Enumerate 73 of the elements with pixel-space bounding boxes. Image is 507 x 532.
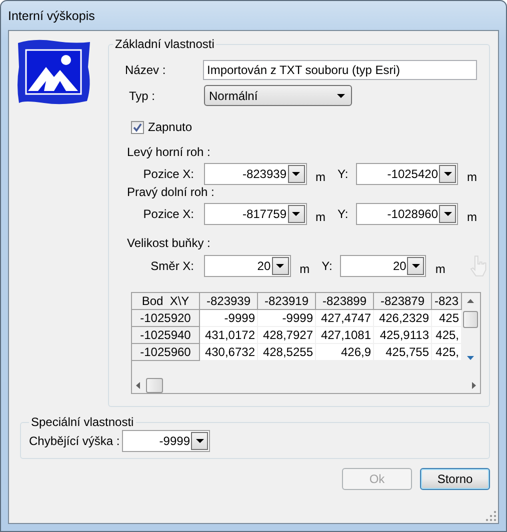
unit-label: m (435, 262, 446, 276)
caret-icon (337, 94, 345, 98)
number-field[interactable]: -817759 (204, 203, 306, 225)
scroll-thumb[interactable] (463, 311, 478, 328)
unit-label: m (300, 262, 311, 276)
scroll-left-arrow-icon[interactable] (136, 382, 140, 388)
number-field[interactable]: -1025420 (356, 163, 458, 185)
row-header: -1025920 (132, 310, 200, 327)
scroll-down-arrow-icon[interactable] (467, 356, 474, 360)
section-label: Levý horní roh : (127, 145, 210, 159)
table-cell: -9999 (200, 310, 258, 327)
field-label: Pozice X: (142, 167, 195, 181)
scroll-up-arrow-icon[interactable] (467, 299, 474, 303)
field-label: Název : (125, 63, 167, 77)
table-cell: 425, (432, 344, 462, 361)
column-header: -823939 (200, 293, 258, 310)
window-title: Interní výškopis (7, 8, 96, 25)
unit-label: m (316, 170, 326, 184)
group-title: Základní vlastnosti (114, 37, 216, 51)
caret-icon (292, 172, 300, 176)
table-cell: 426,9 (316, 344, 374, 361)
field-label: Y: (338, 167, 350, 181)
dialog-button[interactable]: Storno (420, 468, 490, 490)
caret-icon (196, 439, 204, 443)
table-cell: 431,0172 (200, 327, 258, 344)
unit-label: m (467, 170, 478, 184)
caret-icon (412, 264, 420, 268)
table-cell: 425, (432, 327, 462, 344)
table-cell: 428,5255 (258, 344, 316, 361)
scroll-right-arrow-icon[interactable] (472, 382, 476, 388)
section-label: Pravý dolní roh : (127, 185, 214, 199)
column-header: -823919 (258, 293, 316, 310)
field-label: Pozice X: (142, 207, 195, 221)
type-dropdown[interactable]: Normální (204, 85, 352, 106)
table-cell: 425 (432, 310, 462, 327)
scroll-thumb[interactable] (146, 378, 163, 392)
table-cell: 427,1081 (316, 327, 374, 344)
caret-icon (276, 264, 284, 268)
number-field[interactable]: -823939 (204, 163, 306, 185)
number-field[interactable]: -9999 (122, 430, 210, 452)
caret-icon (444, 212, 452, 216)
field-label: Typ : (129, 88, 156, 102)
group-title: Speciální vlastnosti (30, 415, 135, 429)
field-label: Y: (338, 207, 350, 221)
table-cell: -9999 (258, 310, 316, 327)
section-label: Velikost buňky : (127, 236, 210, 250)
number-field[interactable]: 20 (340, 255, 426, 277)
resize-grip-icon[interactable] (486, 511, 496, 521)
field-label: Chybějící výška : (29, 434, 121, 448)
unit-label: m (316, 210, 326, 224)
row-header: -1025940 (132, 327, 200, 344)
column-header: Bod X\Y (132, 293, 200, 310)
enabled-checkbox[interactable] (131, 120, 144, 134)
field-label: Směr X: (150, 259, 195, 273)
hand-cursor-icon (469, 254, 489, 278)
column-header: -823 (432, 293, 462, 310)
checkbox-label: Zapnuto (148, 120, 192, 134)
field-label: Y: (322, 259, 334, 273)
number-field[interactable]: -1028960 (356, 203, 458, 225)
table-cell: 428,7927 (258, 327, 316, 344)
table-cell: 425,9113 (374, 327, 432, 344)
column-header: -823879 (374, 293, 432, 310)
table-cell: 430,6732 (200, 344, 258, 361)
row-header: -1025960 (132, 344, 200, 361)
column-header: -823899 (316, 293, 374, 310)
number-field[interactable]: 20 (204, 255, 291, 277)
unit-label: m (467, 210, 478, 224)
table-cell: 426,2329 (374, 310, 432, 327)
name-field[interactable]: Importován z TXT souboru (typ Esri) (203, 60, 477, 80)
caret-icon (444, 172, 452, 176)
table-cell: 427,4747 (316, 310, 374, 327)
caret-icon (292, 212, 300, 216)
table-cell: 425,755 (374, 344, 432, 361)
